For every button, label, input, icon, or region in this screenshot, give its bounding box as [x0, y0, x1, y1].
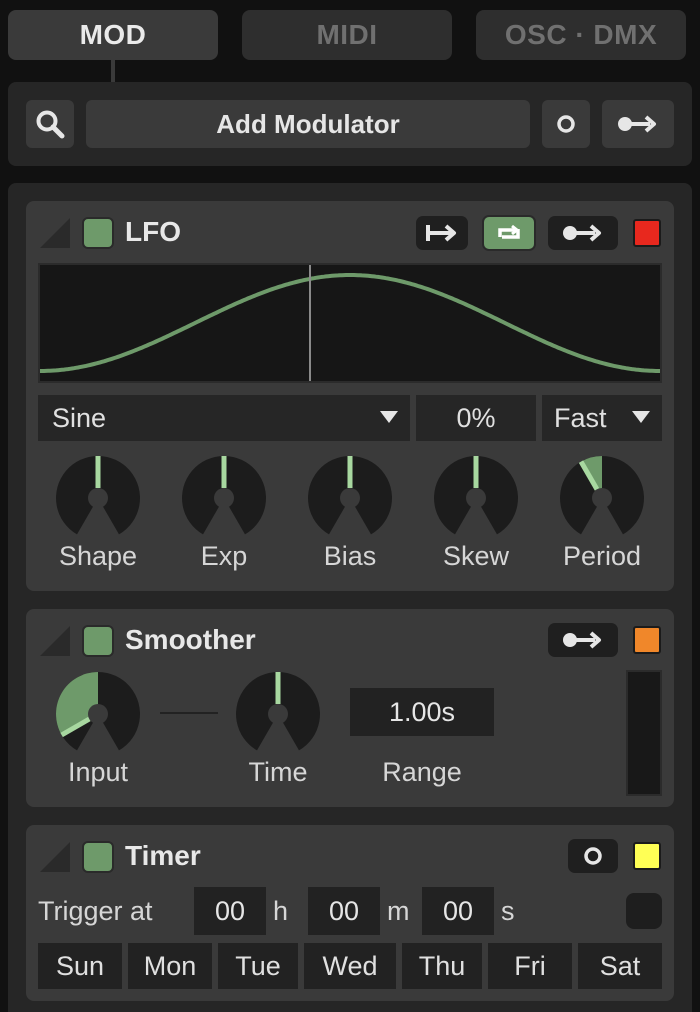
trigger-arrow-icon — [426, 224, 456, 242]
connect-arrow-icon — [563, 631, 601, 649]
timer-hours-field[interactable]: 00 — [194, 887, 266, 935]
tab-osc-dmx-label: OSC · DMX — [504, 19, 658, 50]
lfo-loop-button[interactable] — [482, 215, 536, 251]
timer-day-tue[interactable]: Tue — [218, 943, 298, 989]
day-label: Wed — [322, 950, 378, 981]
lfo-shape-knob[interactable] — [54, 454, 142, 542]
lfo-exp-knob[interactable] — [180, 454, 268, 542]
smoother-range-field[interactable]: 1.00s — [350, 688, 494, 736]
lfo-phase-field[interactable]: 0% — [416, 395, 536, 441]
knob-graphic — [560, 456, 644, 535]
chevron-down-icon — [380, 411, 398, 423]
timer-day-mon[interactable]: Mon — [128, 943, 212, 989]
lfo-waveform-plot — [40, 265, 660, 381]
lfo-enable-toggle[interactable] — [82, 217, 114, 249]
lfo-title: LFO — [125, 216, 181, 247]
lfo-collapse-toggle[interactable] — [40, 218, 70, 248]
timer-day-sat[interactable]: Sat — [578, 943, 662, 989]
day-label: Sun — [55, 950, 105, 981]
lfo-bias-knob[interactable] — [306, 454, 394, 542]
day-label: Mon — [143, 950, 197, 981]
knob-label-exp: Exp — [200, 541, 248, 571]
timer-minutes-value: 00 — [328, 895, 360, 926]
timer-collapse-toggle[interactable] — [40, 842, 70, 872]
connect-arrow-icon — [618, 115, 656, 133]
knob-label-shape: Shape — [58, 541, 138, 571]
smoother-time-label: Time — [248, 757, 308, 787]
lfo-waveform-value: Sine — [52, 402, 107, 433]
timer-enable-toggle[interactable] — [82, 841, 114, 873]
timer-minutes-field[interactable]: 00 — [308, 887, 380, 935]
smoother-input-label: Input — [67, 757, 129, 787]
knob-label-period: Period — [562, 541, 642, 571]
timer-day-thu[interactable]: Thu — [402, 943, 482, 989]
lfo-waveform-select[interactable]: Sine — [38, 395, 410, 441]
add-modulator-button[interactable]: Add Modulator — [86, 100, 530, 148]
lfo-phase-value: 0% — [456, 402, 496, 433]
lfo-trigger-button[interactable] — [416, 216, 468, 250]
knob-graphic — [56, 672, 140, 751]
knob-graphic — [236, 672, 320, 751]
tab-mod-label: MOD — [79, 19, 147, 50]
lfo-rate-value: Fast — [554, 402, 607, 433]
timer-seconds-value: 00 — [442, 895, 474, 926]
smoother-range-label: Range — [382, 757, 462, 787]
record-circle-icon — [584, 847, 602, 865]
lfo-connect-button[interactable] — [548, 216, 618, 250]
knob-label-bias: Bias — [323, 541, 377, 571]
smoother-title: Smoother — [125, 624, 256, 655]
search-icon — [36, 110, 65, 139]
timer-hours-unit: h — [273, 896, 289, 926]
timer-day-sun[interactable]: Sun — [38, 943, 122, 989]
add-modulator-label: Add Modulator — [216, 108, 400, 139]
lfo-period-knob[interactable] — [558, 454, 646, 542]
timer-color-swatch[interactable] — [633, 842, 661, 870]
day-label: Sat — [599, 950, 641, 981]
day-label: Fri — [514, 950, 546, 981]
tab-midi[interactable]: MIDI — [242, 10, 452, 60]
timer-hours-value: 00 — [214, 895, 246, 926]
knob-label-skew: Skew — [442, 541, 510, 571]
connect-arrow-icon — [563, 224, 601, 242]
timer-seconds-field[interactable]: 00 — [422, 887, 494, 935]
smoother-color-swatch[interactable] — [633, 626, 661, 654]
timer-trigger-label: Trigger at — [38, 896, 153, 926]
smoother-input-knob[interactable] — [54, 670, 142, 758]
day-label: Thu — [418, 950, 466, 981]
smoother-collapse-toggle[interactable] — [40, 626, 70, 656]
knob-graphic — [182, 456, 266, 535]
lfo-skew-knob[interactable] — [432, 454, 520, 542]
timer-minutes-unit: m — [387, 896, 410, 926]
timer-seconds-unit: s — [501, 896, 515, 926]
timer-record-button[interactable] — [568, 839, 618, 873]
tab-midi-label: MIDI — [316, 19, 378, 50]
smoother-link-line — [160, 712, 218, 714]
chevron-down-icon — [632, 411, 650, 423]
knob-graphic — [56, 456, 140, 535]
day-label: Tue — [235, 950, 281, 981]
timer-title: Timer — [125, 840, 201, 871]
tab-osc-dmx[interactable]: OSC · DMX — [476, 10, 686, 60]
timer-day-wed[interactable]: Wed — [304, 943, 396, 989]
lfo-waveform-display — [38, 263, 662, 383]
knob-graphic — [308, 456, 392, 535]
connect-button[interactable] — [602, 100, 674, 148]
timer-indicator-toggle[interactable] — [626, 893, 662, 929]
knob-graphic — [434, 456, 518, 535]
record-circle-icon — [557, 115, 575, 133]
smoother-output-meter — [626, 670, 662, 796]
record-button[interactable] — [542, 100, 590, 148]
lfo-rate-select[interactable]: Fast — [542, 395, 662, 441]
tab-connector — [111, 60, 115, 82]
lfo-waveform-line — [40, 273, 660, 373]
search-button[interactable] — [26, 100, 74, 148]
smoother-time-knob[interactable] — [234, 670, 322, 758]
smoother-connect-button[interactable] — [548, 623, 618, 657]
smoother-range-value: 1.00s — [388, 696, 456, 727]
timer-day-fri[interactable]: Fri — [488, 943, 572, 989]
smoother-enable-toggle[interactable] — [82, 625, 114, 657]
loop-icon — [498, 224, 520, 239]
tab-mod[interactable]: MOD — [8, 10, 218, 60]
lfo-color-swatch[interactable] — [633, 219, 661, 247]
